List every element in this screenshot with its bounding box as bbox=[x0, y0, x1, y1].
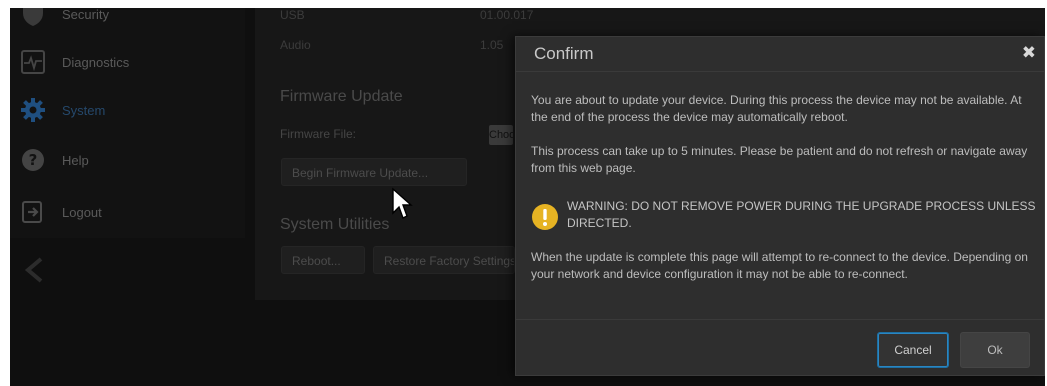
warning-text: WARNING: DO NOT REMOVE POWER DURING THE … bbox=[567, 199, 1036, 230]
pulse-icon bbox=[20, 49, 46, 75]
chevron-left-icon[interactable] bbox=[24, 256, 44, 286]
firmware-update-title: Firmware Update bbox=[280, 88, 403, 105]
sidebar-item-security[interactable]: Security bbox=[10, 8, 245, 34]
sidebar-item-system[interactable]: System bbox=[10, 90, 245, 130]
dialog-paragraph-3: When the update is complete this page wi… bbox=[531, 250, 1028, 281]
logout-icon bbox=[20, 199, 46, 225]
warning-icon bbox=[532, 204, 558, 230]
sidebar-item-logout[interactable]: Logout bbox=[10, 192, 245, 232]
sidebar-item-label: System bbox=[62, 102, 106, 118]
version-value-usb: 01.00.017 bbox=[480, 8, 534, 22]
version-value-audio: 1.05 bbox=[480, 38, 504, 52]
firmware-file-label: Firmware File: bbox=[280, 127, 357, 141]
begin-firmware-update-button[interactable]: Begin Firmware Update... bbox=[281, 158, 467, 186]
choose-file-button[interactable]: Choose bbox=[489, 125, 513, 145]
svg-text:?: ? bbox=[29, 151, 38, 169]
shield-icon bbox=[20, 8, 46, 27]
version-label-usb: USB bbox=[280, 8, 305, 22]
version-label-audio: Audio bbox=[280, 38, 311, 52]
dialog-paragraph-1: You are about to update your device. Dur… bbox=[531, 93, 1022, 124]
dialog-title: Confirm bbox=[534, 44, 594, 63]
confirm-dialog: Confirm ✖ You are about to update your d… bbox=[515, 36, 1045, 376]
ok-button[interactable]: Ok bbox=[960, 332, 1030, 368]
restore-factory-settings-button[interactable]: Restore Factory Settings bbox=[373, 246, 515, 274]
app-window: Security Diagnostics System ? Help Logou… bbox=[10, 8, 1045, 386]
sidebar-item-help[interactable]: ? Help bbox=[10, 140, 245, 180]
dialog-header: Confirm ✖ bbox=[516, 37, 1044, 72]
warning-block: WARNING: DO NOT REMOVE POWER DURING THE … bbox=[531, 198, 1036, 238]
system-utilities-title: System Utilities bbox=[280, 216, 390, 233]
close-icon[interactable]: ✖ bbox=[1022, 43, 1036, 63]
cancel-button[interactable]: Cancel bbox=[877, 332, 949, 368]
sidebar-item-label: Security bbox=[62, 8, 109, 22]
dialog-paragraph-2: This process can take up to 5 minutes. P… bbox=[531, 144, 1028, 175]
sidebar: Security Diagnostics System ? Help Logou… bbox=[10, 8, 245, 238]
sidebar-item-diagnostics[interactable]: Diagnostics bbox=[10, 42, 245, 82]
mouse-cursor-icon bbox=[392, 187, 413, 219]
sidebar-item-label: Logout bbox=[62, 204, 102, 220]
help-icon: ? bbox=[20, 147, 46, 173]
reboot-button[interactable]: Reboot... bbox=[281, 246, 365, 274]
gear-icon bbox=[20, 97, 46, 123]
sidebar-item-label: Help bbox=[62, 152, 89, 168]
dialog-footer: Cancel Ok bbox=[516, 319, 1044, 376]
sidebar-item-label: Diagnostics bbox=[62, 54, 130, 70]
